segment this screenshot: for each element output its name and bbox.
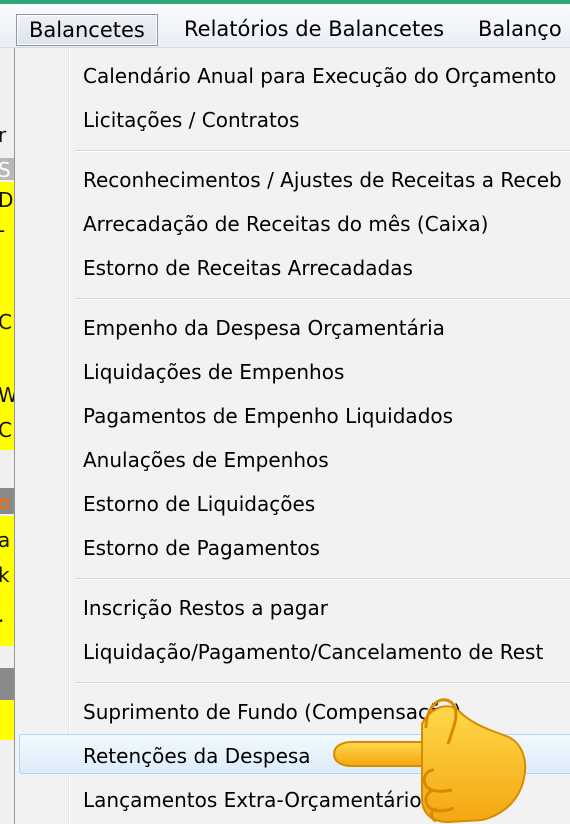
title-accent-strip	[0, 0, 570, 4]
bg-glyph: a	[0, 528, 11, 552]
menu-item-calendario-anual[interactable]: Calendário Anual para Execução do Orçame…	[83, 56, 556, 96]
menu-relatorios-de-balancetes[interactable]: Relatórios de Balancetes	[184, 14, 444, 46]
bg-glyph: S	[0, 158, 11, 182]
menu-item-pagamentos-empenho[interactable]: Pagamentos de Empenho Liquidados	[83, 396, 453, 436]
bg-glyph: -	[0, 218, 5, 242]
bg-glyph: .	[0, 603, 4, 627]
menu-separator	[75, 578, 570, 580]
menu-separator	[75, 682, 570, 684]
bg-glyph: k	[0, 563, 10, 587]
bg-glyph: C	[0, 310, 12, 334]
background-window: r S D - C W C o a k .	[0, 48, 14, 824]
menubar: Balancetes Relatórios de Balancetes Bala…	[0, 0, 570, 48]
menu-balancetes[interactable]: Balancetes	[16, 14, 158, 46]
menu-balanco[interactable]: Balanço .	[478, 14, 570, 46]
menu-item-arrecadacao-receitas[interactable]: Arrecadação de Receitas do mês (Caixa)	[83, 204, 488, 244]
menu-item-retencoes-despesa[interactable]: Retenções da Despesa	[83, 736, 311, 776]
menu-item-empenho-despesa[interactable]: Empenho da Despesa Orçamentária	[83, 308, 445, 348]
bg-glyph: W	[0, 383, 14, 407]
bg-glyph: C	[0, 418, 12, 442]
menu-item-estorno-receitas[interactable]: Estorno de Receitas Arrecadadas	[83, 248, 413, 288]
menu-item-liquidacoes-empenhos[interactable]: Liquidações de Empenhos	[83, 352, 344, 392]
menu-item-anulacoes-empenhos[interactable]: Anulações de Empenhos	[83, 440, 329, 480]
bg-glyph: D	[0, 188, 14, 212]
menu-item-licitacoes-contratos[interactable]: Licitações / Contratos	[83, 100, 299, 140]
menu-item-reconhecimentos-receitas[interactable]: Reconhecimentos / Ajustes de Receitas a …	[83, 160, 562, 200]
bg-glyph: r	[0, 123, 7, 147]
menu-item-estorno-liquidacoes[interactable]: Estorno de Liquidações	[83, 484, 315, 524]
bg-glyph: o	[0, 490, 11, 514]
menu-item-inscricao-restos[interactable]: Inscrição Restos a pagar	[83, 588, 328, 628]
menu-item-estorno-pagamentos[interactable]: Estorno de Pagamentos	[83, 528, 320, 568]
menu-item-liquidacao-pagamento-restos[interactable]: Liquidação/Pagamento/Cancelamento de Res…	[83, 632, 543, 672]
menu-separator	[75, 150, 570, 152]
menu-gutter-line-highlight	[69, 48, 70, 824]
menu-separator	[75, 298, 570, 300]
pointing-hand-icon	[332, 698, 527, 824]
